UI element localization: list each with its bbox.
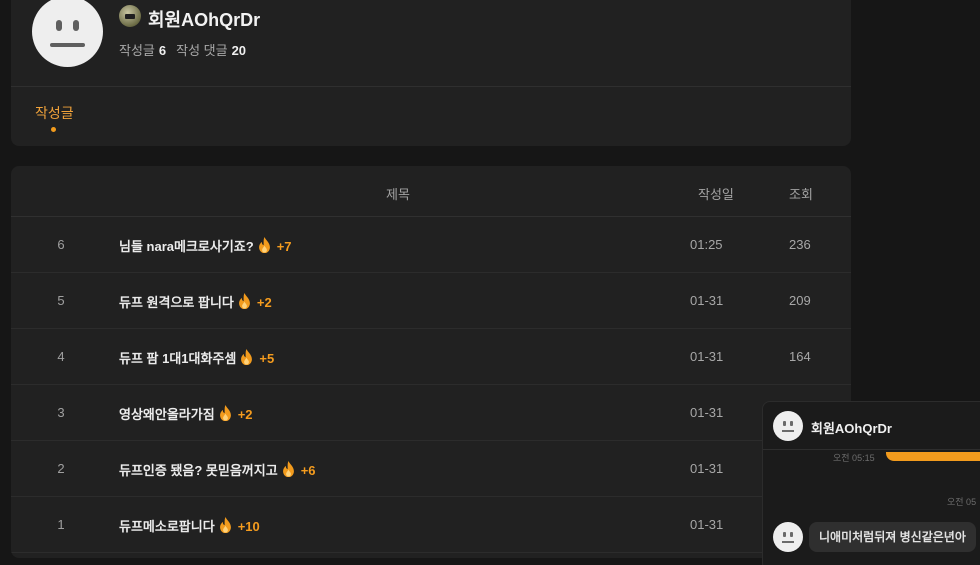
post-date: 01-31: [690, 293, 724, 308]
post-views: 209: [789, 293, 811, 308]
profile-card: 회원AOhQrDr 작성글 6 작성 댓글 20 작성글: [11, 0, 851, 146]
chat-own-message-bubble: [886, 452, 980, 461]
header-date[interactable]: 작성일: [698, 184, 734, 203]
fire-icon: [238, 292, 251, 309]
fire-icon: [219, 516, 232, 533]
row-number: 6: [57, 237, 65, 252]
table-header: 제목 작성일 조회: [11, 166, 851, 217]
chat-header[interactable]: 회원AOhQrDr: [763, 402, 980, 450]
tab-posts[interactable]: 작성글: [35, 103, 74, 123]
row-number: 3: [57, 405, 65, 420]
avatar-eye-left: [56, 20, 62, 31]
post-title-link[interactable]: 영상왜안올라가짐 +2: [119, 404, 253, 423]
post-title-link[interactable]: 듀프메소로팝니다 +10: [119, 516, 260, 535]
row-number: 2: [57, 461, 65, 476]
post-date: 01-31: [690, 517, 724, 532]
comment-count: +5: [259, 351, 275, 366]
table-row[interactable]: 3 영상왜안올라가짐 +2 01-31: [11, 385, 851, 441]
chat-timestamp: 오전 05: [947, 497, 977, 507]
post-views: 164: [789, 349, 811, 364]
profile-avatar: [32, 0, 103, 67]
fire-icon: [240, 348, 253, 365]
post-title-link[interactable]: 듀프 원격으로 팝니다 +2: [119, 292, 272, 311]
avatar-eye-right: [73, 20, 79, 31]
avatar-mouth: [782, 430, 794, 432]
posts-count: 6: [158, 43, 167, 58]
avatar-eye-left: [783, 421, 786, 426]
avatar-mouth: [782, 541, 794, 543]
chat-message-bubble: 니애미처럼뒤져 병신같은년아: [809, 522, 976, 552]
avatar-eye-right: [790, 532, 793, 537]
post-title[interactable]: 듀프인증 됐음? 못믿음꺼지고: [119, 463, 278, 478]
chat-panel: 회원AOhQrDr 오전 05:15 오전 05 니애미처럼뒤져 병신같은년아: [762, 401, 980, 565]
level-badge-icon: [119, 5, 141, 27]
post-title[interactable]: 듀프메소로팝니다: [119, 519, 215, 534]
row-number: 4: [57, 349, 65, 364]
post-title[interactable]: 영상왜안올라가짐: [119, 407, 215, 422]
comment-count: +10: [237, 519, 260, 534]
comment-count: +2: [256, 295, 272, 310]
fire-icon: [282, 460, 295, 477]
posts-table: 제목 작성일 조회 6 님들 nara메크로사기죠? +7 01:25 236 5 듀프 원…: [11, 166, 851, 558]
table-row[interactable]: 5 듀프 원격으로 팝니다 +2 01-31 209: [11, 273, 851, 329]
post-title[interactable]: 님들 nara메크로사기죠?: [119, 239, 254, 254]
table-row[interactable]: 2 듀프인증 됐음? 못믿음꺼지고 +6 01-31: [11, 441, 851, 497]
post-title-link[interactable]: 님들 nara메크로사기죠? +7: [119, 236, 292, 255]
comment-count: +7: [276, 239, 292, 254]
table-row[interactable]: 1 듀프메소로팝니다 +10 01-31: [11, 497, 851, 553]
chat-timestamp: 오전 05:15: [833, 453, 875, 463]
comments-label: 작성 댓글: [176, 43, 228, 58]
avatar-mouth: [50, 43, 85, 47]
table-row[interactable]: 4 듀프 팜 1대1대화주셈 +5 01-31 164: [11, 329, 851, 385]
fire-icon: [258, 236, 271, 253]
posts-label: 작성글: [119, 43, 155, 58]
comment-count: +2: [237, 407, 253, 422]
tab-active-indicator: [51, 127, 56, 132]
post-date: 01-31: [690, 405, 724, 420]
table-row[interactable]: 6 님들 nara메크로사기죠? +7 01:25 236: [11, 217, 851, 273]
post-title-link[interactable]: 듀프인증 됐음? 못믿음꺼지고 +6: [119, 460, 316, 479]
profile-username: 회원AOhQrDr: [148, 10, 261, 30]
profile-stats: 작성글 6 작성 댓글 20: [119, 40, 256, 59]
avatar-eye-right: [790, 421, 793, 426]
post-date: 01-31: [690, 349, 724, 364]
profile-divider: [11, 86, 851, 87]
post-title-link[interactable]: 듀프 팜 1대1대화주셈 +5: [119, 348, 274, 367]
header-views[interactable]: 조회: [789, 184, 813, 203]
chat-username: 회원AOhQrDr: [811, 421, 892, 436]
comments-count: 20: [231, 43, 247, 58]
comment-count: +6: [300, 463, 316, 478]
row-number: 5: [57, 293, 65, 308]
avatar-eye-left: [783, 532, 786, 537]
chat-avatar: [773, 411, 803, 441]
fire-icon: [219, 404, 232, 421]
header-title[interactable]: 제목: [386, 184, 410, 203]
row-number: 1: [57, 517, 65, 532]
post-title[interactable]: 듀프 팜 1대1대화주셈: [119, 351, 236, 366]
post-title[interactable]: 듀프 원격으로 팝니다: [119, 295, 234, 310]
chat-message-avatar: [773, 522, 803, 552]
post-views: 236: [789, 237, 811, 252]
post-date: 01-31: [690, 461, 724, 476]
post-date: 01:25: [690, 237, 723, 252]
